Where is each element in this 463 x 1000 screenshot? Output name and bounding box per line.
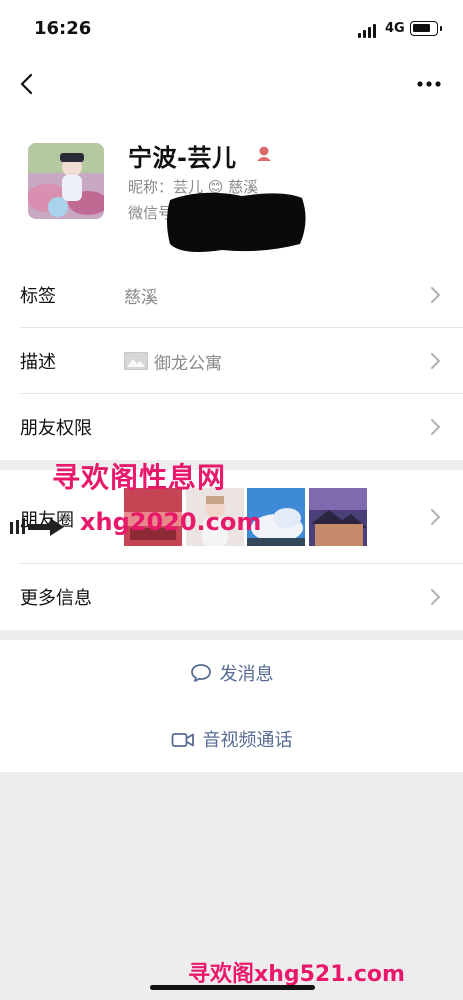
female-gender-icon [257,146,271,161]
watermark-text: xhg2020.com [80,508,262,536]
friend-permissions-row[interactable]: 朋友权限 [0,394,463,460]
home-indicator [150,985,315,990]
watermark-text: 寻欢阁性息网 [52,461,227,494]
back-arrow-icon[interactable] [16,70,40,98]
chevron-right-icon [431,419,440,435]
avatar[interactable] [28,143,104,219]
chevron-right-icon [431,353,440,369]
status-bar: 16:26 4G [0,0,463,56]
signal-icon [358,24,378,38]
redaction-scribble [167,192,306,252]
network-label: 4G [385,21,405,36]
chevron-right-icon [431,287,440,303]
friend-permissions-label: 朋友权限 [20,418,92,439]
more-info-row[interactable]: 更多信息 [0,564,463,630]
moments-thumbnail[interactable] [309,488,367,546]
more-options-icon[interactable] [412,70,446,98]
profile-header: 宁波-芸儿 昵称：芸儿 😊 慈溪 微信号：w91w2 [0,112,463,262]
video-call-label: 音视频通话 [202,730,293,751]
battery-icon [410,21,442,36]
description-label: 描述 [20,352,56,373]
description-value: 御龙公寓 [154,354,222,374]
chevron-right-icon [431,509,440,525]
tags-row[interactable]: 标签 慈溪 [0,262,463,328]
watermark-arrow [10,518,64,536]
video-camera-icon [171,733,194,747]
send-message-label: 发消息 [219,664,274,685]
send-message-button[interactable]: 发消息 [0,640,463,706]
chevron-right-icon [431,589,440,605]
tags-label: 标签 [20,286,56,307]
more-info-label: 更多信息 [20,588,92,609]
description-row[interactable]: 描述 御龙公寓 [0,328,463,394]
status-time: 16:26 [34,18,92,39]
watermark-text: 寻欢阁xhg521.com [188,962,405,987]
chat-bubble-icon [190,664,211,682]
tags-value: 慈溪 [124,288,158,308]
image-icon [124,352,148,370]
profile-name: 宁波-芸儿 [128,144,237,172]
video-call-button[interactable]: 音视频通话 [0,706,463,772]
nav-bar [0,56,463,112]
